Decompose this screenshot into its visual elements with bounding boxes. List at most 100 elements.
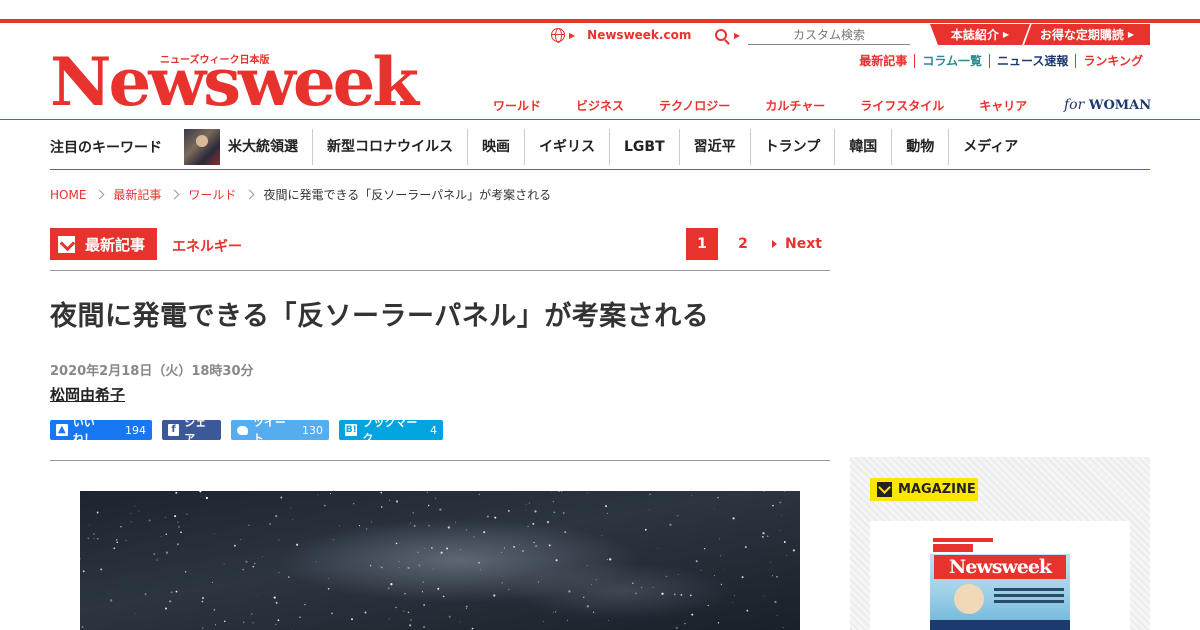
section-badge[interactable]: 最新記事 [50,228,157,260]
hatena-bookmark-button[interactable]: B! ブックマーク 4 [339,416,443,445]
star [370,565,372,567]
chevron-right-icon [94,189,105,200]
star [657,547,659,549]
star [527,525,529,528]
star [223,620,226,623]
star [380,506,383,508]
star [223,563,225,565]
star [634,592,637,595]
page-1-button[interactable]: 1 [686,228,718,260]
about-magazine-button[interactable]: 本誌紹介 ▶ [930,24,1030,45]
star [170,591,173,594]
nav-business[interactable]: ビジネス [576,97,624,114]
star [202,627,204,629]
global-site-link[interactable]: ▶ Newsweek.com [551,27,691,43]
keyword-korea[interactable]: 韓国 [834,128,891,165]
keyword-thumbnail[interactable] [184,128,220,165]
star [418,564,421,567]
subscribe-button[interactable]: お得な定期購読 ▶ [1024,24,1150,45]
next-page-button[interactable]: Next [772,236,822,252]
breadcrumb-home[interactable]: HOME [50,188,86,202]
keyword-xi-jinping[interactable]: 習近平 [678,128,750,165]
subnav-ranking[interactable]: ランキング [1075,54,1150,68]
search-icon [715,29,727,41]
star [178,525,180,528]
star [271,623,273,625]
star [116,539,118,541]
star [448,615,451,618]
topic-tag-energy[interactable]: エネルギー [172,236,242,256]
star [763,491,765,492]
star [776,576,778,578]
facebook-like-button[interactable]: ▲ いいね！ 194 [50,416,152,445]
star [746,609,749,612]
subnav-breaking-news[interactable]: ニュース速報 [988,54,1075,68]
search-button[interactable]: ▶ [715,27,740,43]
star [691,613,694,616]
facebook-share-button[interactable]: f シェア [162,416,221,445]
article-headline: 夜間に発電できる「反ソーラーパネル」が考案される [50,301,710,332]
nav-lifestyle[interactable]: ライフスタイル [860,97,944,114]
keyword-trump[interactable]: トランプ [749,128,835,165]
star [165,533,167,535]
star [331,612,333,615]
star [786,554,787,556]
keywords-title: 注目のキーワード [50,139,162,156]
star [552,612,554,613]
star [503,547,505,549]
star [280,496,283,499]
subnav-latest[interactable]: 最新記事 [852,54,914,68]
keyword-uk[interactable]: イギリス [524,128,609,165]
article-author[interactable]: 松岡由希子 [50,384,125,405]
for-woman-for: for [1064,97,1085,113]
divider [50,270,830,271]
star [273,596,276,599]
star [398,567,400,568]
star [330,492,332,495]
star [781,515,783,517]
star [388,618,390,620]
star [677,574,679,575]
star [251,613,253,615]
star [744,546,747,549]
breadcrumb-world[interactable]: ワールド [188,186,236,203]
star [96,511,99,514]
star [164,607,168,610]
cover-headline-band [930,620,1070,630]
tweet-button[interactable]: ツイート 130 [231,416,329,445]
keyword-lgbt[interactable]: LGBT [609,128,679,165]
star [522,550,524,552]
caret-right-icon [772,240,777,248]
star [566,619,568,621]
star [186,513,188,515]
star [278,571,280,573]
keyword-media[interactable]: メディア [948,128,1032,165]
subnav-columns[interactable]: コラム一覧 [914,54,989,68]
star [422,581,424,583]
star [723,569,725,571]
newsweek-logo[interactable]: Newsweek ニューズウィーク日本版 [50,49,435,115]
star [423,548,425,549]
nav-technology[interactable]: テクノロジー [659,97,730,114]
article-hero-image [80,491,800,630]
nav-world[interactable]: ワールド [493,97,541,114]
star [138,510,140,512]
magazine-cover-image[interactable]: Newsweek [930,536,1070,630]
keyword-us-election[interactable]: 米大統領選 [228,129,312,165]
keyword-animals[interactable]: 動物 [891,128,948,165]
nav-career[interactable]: キャリア [979,97,1027,114]
star [427,504,430,507]
nav-culture[interactable]: カルチャー [765,97,825,114]
star [762,532,765,535]
search-input[interactable] [748,25,910,45]
star [275,623,277,626]
star [390,583,393,586]
keyword-movies[interactable]: 映画 [467,128,524,165]
page-2-button[interactable]: 2 [718,236,768,252]
breadcrumb-latest[interactable]: 最新記事 [113,186,161,203]
nav-for-woman[interactable]: for WOMAN [1064,97,1151,113]
star [493,594,496,597]
star [783,541,786,543]
keyword-coronavirus[interactable]: 新型コロナウイルス [312,128,467,165]
star [779,530,781,532]
